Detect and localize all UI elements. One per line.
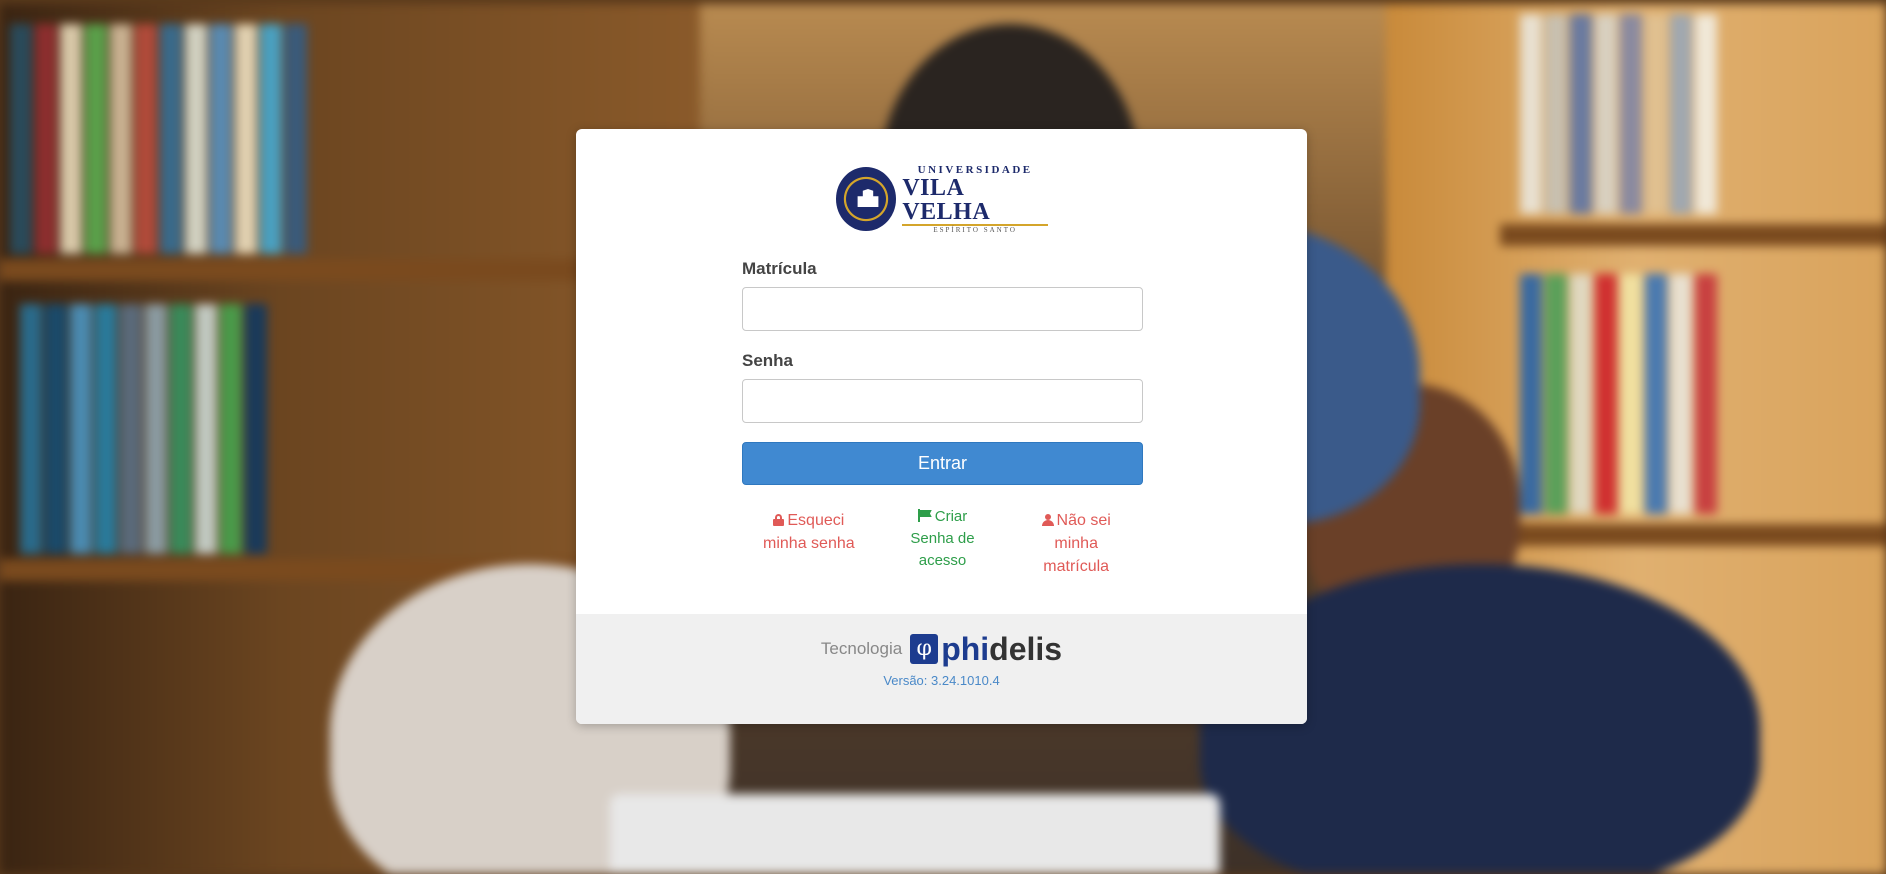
logo-line-2: VILA VELHA bbox=[902, 176, 1048, 226]
help-links: Esqueci minha senha Criar Senha de acess… bbox=[742, 506, 1143, 578]
senha-input[interactable] bbox=[742, 379, 1143, 423]
user-icon bbox=[1041, 514, 1054, 526]
entrar-button[interactable]: Entrar bbox=[742, 442, 1143, 485]
unknown-matricula-link[interactable]: Não sei minha matrícula bbox=[1009, 509, 1143, 578]
university-seal-icon bbox=[836, 167, 897, 231]
version-text: Versão: 3.24.1010.4 bbox=[883, 673, 1000, 688]
matricula-label: Matrícula bbox=[742, 259, 817, 278]
logo-line-3: ESPÍRITO SANTO bbox=[933, 226, 1017, 234]
login-form: Matrícula Senha Entrar bbox=[742, 259, 1143, 485]
login-card: UNIVERSIDADE VILA VELHA ESPÍRITO SANTO M… bbox=[576, 129, 1307, 724]
flag-icon bbox=[917, 509, 932, 522]
tech-credit: Tecnologia φ phi delis bbox=[576, 633, 1307, 665]
phidelis-logo[interactable]: φ phi delis bbox=[910, 633, 1062, 665]
university-logo: UNIVERSIDADE VILA VELHA ESPÍRITO SANTO bbox=[836, 164, 1048, 234]
lock-icon bbox=[773, 514, 785, 526]
tech-label: Tecnologia bbox=[820, 639, 903, 658]
phi-icon: φ bbox=[910, 634, 939, 664]
senha-label: Senha bbox=[742, 351, 794, 370]
card-footer: Tecnologia φ phi delis Versão: 3.24.1010.… bbox=[576, 614, 1307, 724]
create-password-link[interactable]: Criar Senha de acesso bbox=[876, 506, 1010, 578]
forgot-password-link[interactable]: Esqueci minha senha bbox=[742, 509, 876, 578]
matricula-input[interactable] bbox=[742, 287, 1143, 331]
